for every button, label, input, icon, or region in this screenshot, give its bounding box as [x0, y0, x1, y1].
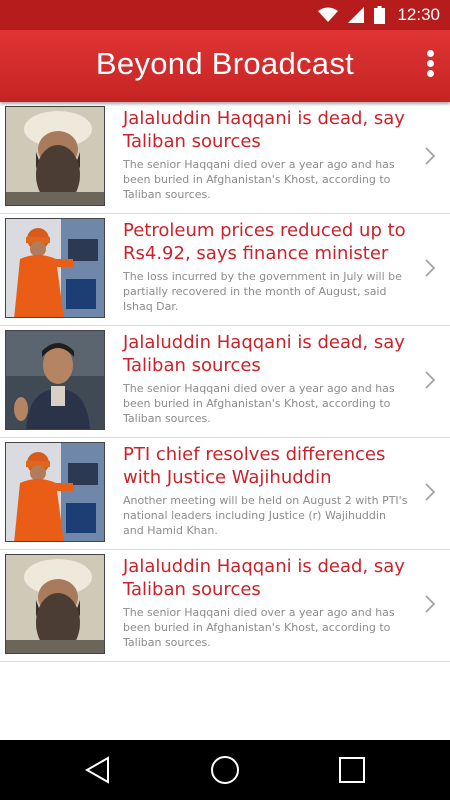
- chevron-right-icon: [425, 483, 436, 501]
- news-summary: Another meeting will be held on August 2…: [123, 494, 408, 537]
- politician-photo: [5, 330, 105, 430]
- news-item[interactable]: PTI chief resolves differences with Just…: [0, 438, 450, 550]
- bearded-man-photo: [5, 554, 105, 654]
- app-bar: Beyond Broadcast: [0, 30, 450, 102]
- news-title: Jalaluddin Haqqani is dead, say Taliban …: [123, 108, 405, 152]
- fuel-attendant-photo: [5, 218, 105, 318]
- navigation-bar: [0, 740, 450, 800]
- status-time: 12:30: [397, 5, 440, 24]
- chevron-right-icon: [425, 371, 436, 389]
- news-summary: The senior Haqqani died over a year ago …: [123, 158, 395, 201]
- battery-icon: [374, 6, 386, 24]
- news-item[interactable]: Jalaluddin Haqqani is dead, say Taliban …: [0, 550, 450, 662]
- fuel-attendant-photo: [5, 442, 105, 542]
- status-bar: 12:30: [0, 0, 450, 30]
- bearded-man-photo: [5, 106, 105, 206]
- home-icon[interactable]: [209, 754, 241, 786]
- back-icon[interactable]: [82, 754, 114, 786]
- app-title: Beyond Broadcast: [95, 46, 355, 81]
- signal-icon: [348, 7, 365, 23]
- status-icons: 12:30: [318, 0, 440, 30]
- news-summary: The senior Haqqani died over a year ago …: [123, 606, 395, 649]
- overflow-menu-icon[interactable]: [420, 50, 440, 82]
- news-item[interactable]: Jalaluddin Haqqani is dead, say Taliban …: [0, 326, 450, 438]
- news-summary: The senior Haqqani died over a year ago …: [123, 382, 395, 425]
- news-title: Petroleum prices reduced up to Rs4.92, s…: [123, 220, 406, 264]
- wifi-icon: [318, 7, 339, 22]
- news-list: Jalaluddin Haqqani is dead, say Taliban …: [0, 102, 450, 662]
- chevron-right-icon: [425, 147, 436, 165]
- news-title: Jalaluddin Haqqani is dead, say Taliban …: [123, 332, 405, 376]
- chevron-right-icon: [425, 259, 436, 277]
- news-item[interactable]: Petroleum prices reduced up to Rs4.92, s…: [0, 214, 450, 326]
- news-title: Jalaluddin Haqqani is dead, say Taliban …: [123, 556, 405, 600]
- recents-icon[interactable]: [336, 754, 368, 786]
- chevron-right-icon: [425, 595, 436, 613]
- news-title: PTI chief resolves differences with Just…: [123, 444, 386, 488]
- news-summary: The loss incurred by the government in J…: [123, 270, 402, 313]
- news-item[interactable]: Jalaluddin Haqqani is dead, say Taliban …: [0, 102, 450, 214]
